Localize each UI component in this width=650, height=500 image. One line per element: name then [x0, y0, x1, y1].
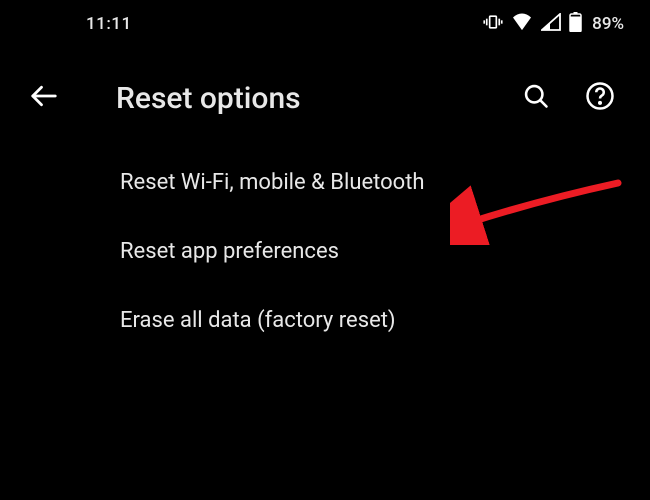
option-label: Reset app preferences: [120, 239, 339, 264]
option-label: Erase all data (factory reset): [120, 308, 396, 333]
battery-percent: 89%: [592, 14, 624, 34]
wifi-icon: [511, 13, 533, 35]
options-list: Reset Wi-Fi, mobile & Bluetooth Reset ap…: [0, 148, 650, 355]
status-time: 11:11: [86, 14, 132, 34]
option-factory-reset[interactable]: Erase all data (factory reset): [120, 286, 610, 355]
option-label: Reset Wi-Fi, mobile & Bluetooth: [120, 170, 425, 195]
search-button[interactable]: [516, 78, 556, 118]
help-icon: [585, 81, 615, 115]
option-reset-app-prefs[interactable]: Reset app preferences: [120, 217, 610, 286]
signal-icon: [541, 13, 561, 35]
status-icons: 89%: [483, 12, 624, 36]
page-title: Reset options: [116, 81, 496, 116]
header: Reset options: [0, 48, 650, 148]
vibrate-icon: [483, 12, 503, 36]
search-icon: [522, 82, 550, 114]
option-reset-network[interactable]: Reset Wi-Fi, mobile & Bluetooth: [120, 148, 610, 217]
status-bar: 11:11: [0, 0, 650, 48]
back-button[interactable]: [24, 78, 64, 118]
battery-icon: [569, 12, 582, 36]
back-arrow-icon: [29, 81, 59, 115]
help-button[interactable]: [580, 78, 620, 118]
